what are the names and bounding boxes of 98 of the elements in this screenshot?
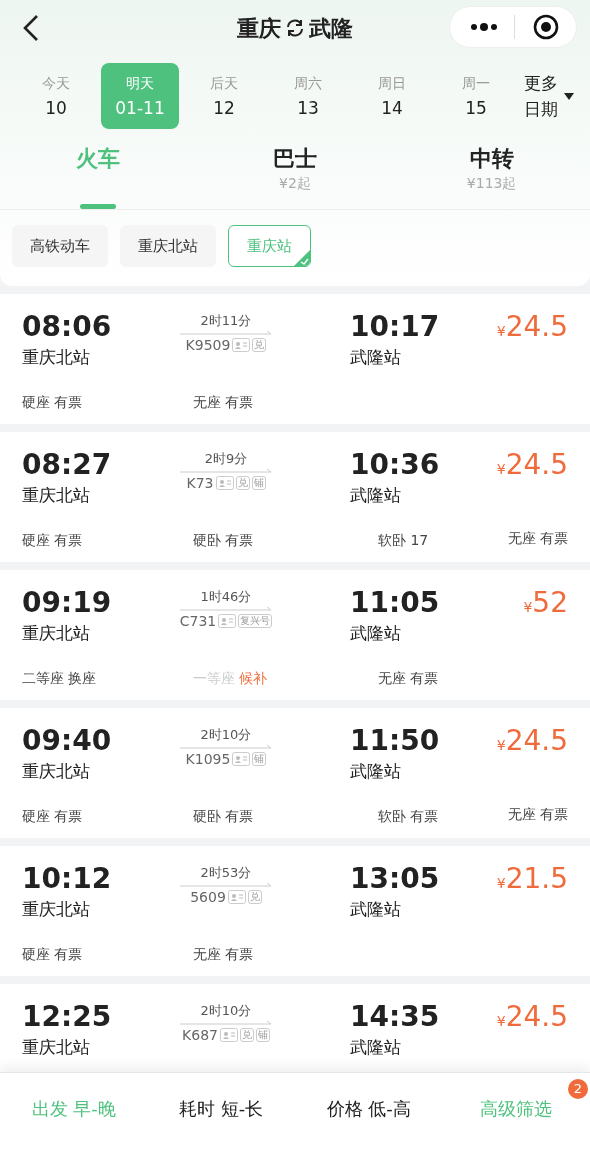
- seat-availability: 硬座 有票: [22, 946, 83, 962]
- train-number: C731: [179, 612, 217, 631]
- seat-availability: 硬座 有票: [22, 394, 83, 410]
- more-icon[interactable]: [470, 23, 498, 31]
- filter-chip[interactable]: 重庆北站: [120, 225, 216, 267]
- departure-time: 09:19: [22, 586, 113, 620]
- date-tab[interactable]: 周六 13: [269, 63, 347, 129]
- train-tag: 兑: [239, 1028, 254, 1042]
- sort-option[interactable]: 价格 低-高: [326, 1094, 411, 1122]
- train-number: K9509: [185, 336, 231, 355]
- arrival-time: 14:35: [350, 1000, 441, 1034]
- departure-time: 09:40: [22, 724, 113, 758]
- departure-station: 重庆北站: [22, 484, 91, 507]
- train-tag: 铺: [252, 752, 267, 766]
- seat-availability: 二等座 换座: [22, 670, 97, 686]
- arrival-station: 武隆站: [350, 346, 402, 369]
- train-tag: 兑: [235, 476, 250, 490]
- arrival-time: 10:36: [350, 448, 441, 482]
- close-target-icon[interactable]: [533, 14, 559, 40]
- arrival-station: 武隆站: [350, 1036, 402, 1059]
- train-tag: 铺: [251, 476, 266, 490]
- dropdown-caret-icon[interactable]: [564, 92, 574, 100]
- id-card-icon: [232, 338, 251, 352]
- date-tab[interactable]: 周日 14: [353, 63, 431, 129]
- seat-availability: 硬卧 有票: [193, 532, 254, 548]
- seat-availability: 硬座 有票: [22, 808, 83, 824]
- id-card-icon: [215, 476, 234, 490]
- seat-availability: 无座 有票: [378, 670, 439, 686]
- id-card-icon: [218, 614, 237, 628]
- ticket-price: ¥24.5: [495, 1000, 568, 1034]
- id-card-icon: [219, 1028, 238, 1042]
- departure-time: 10:12: [22, 862, 113, 896]
- train-card[interactable]: 08:06 重庆北站 2时11分 K9509 兑 10:17 武隆站 ¥24.5 硬座 有票 无座 有票: [0, 294, 590, 424]
- arrival-station: 武隆站: [350, 484, 402, 507]
- seat-availability: 无座 有票: [193, 394, 254, 410]
- id-card-icon: [227, 890, 246, 904]
- departure-station: 重庆北站: [22, 898, 91, 921]
- origin-city: 重庆: [237, 14, 281, 43]
- seat-availability: 软卧 有票: [378, 808, 439, 824]
- count-badge: 2: [568, 1078, 588, 1099]
- seat-availability: 软卧 17: [378, 532, 429, 548]
- transport-tab[interactable]: 中转 ¥113起: [466, 144, 517, 192]
- departure-station: 重庆北站: [22, 760, 91, 783]
- departure-time: 08:27: [22, 448, 113, 482]
- travel-duration: 2时53分: [200, 864, 252, 882]
- sort-option[interactable]: 耗时 短-长: [179, 1094, 264, 1122]
- departure-time: 12:25: [22, 1000, 113, 1034]
- transport-tab[interactable]: 巴士 ¥2起: [273, 144, 317, 192]
- seat-availability: 无座 有票: [507, 805, 568, 824]
- seat-availability: 硬卧 有票: [193, 808, 254, 824]
- seat-availability: 无座 有票: [507, 529, 568, 548]
- arrival-station: 武隆站: [350, 898, 402, 921]
- travel-duration: 2时9分: [204, 450, 248, 468]
- ticket-price: ¥21.5: [495, 862, 568, 896]
- date-tab[interactable]: 后天 12: [185, 63, 263, 129]
- train-number: K73: [186, 474, 214, 493]
- train-number: K1095: [185, 750, 231, 769]
- train-tag: 复兴号: [238, 614, 273, 628]
- arrival-station: 武隆站: [350, 760, 402, 783]
- seat-availability: 无座 有票: [193, 946, 254, 962]
- id-card-icon: [232, 752, 251, 766]
- ticket-price: ¥24.5: [495, 724, 568, 758]
- train-tag: 铺: [255, 1028, 270, 1042]
- departure-station: 重庆北站: [22, 1036, 91, 1059]
- seat-availability: 硬座 有票: [22, 532, 83, 548]
- departure-station: 重庆北站: [22, 346, 91, 369]
- train-card[interactable]: 10:12 重庆北站 2时53分 5609 兑 13:05 武隆站 ¥21.5 硬座 有票 无座 有票: [0, 846, 590, 976]
- departure-station: 重庆北站: [22, 622, 91, 645]
- filter-chip[interactable]: 高铁动车: [12, 225, 108, 267]
- check-corner-icon: [294, 250, 310, 266]
- date-tab[interactable]: 周一 15: [437, 63, 515, 129]
- more-dates-label[interactable]: 更多: [524, 70, 558, 96]
- ticket-price: ¥24.5: [495, 448, 568, 482]
- train-tag: 兑: [252, 338, 267, 352]
- departure-time: 08:06: [22, 310, 113, 344]
- train-card[interactable]: 12:25 重庆北站 2时10分 K687 兑 铺 14:35 武隆站 ¥24.5: [0, 984, 590, 1072]
- swap-icon[interactable]: [285, 18, 305, 38]
- travel-duration: 1时46分: [200, 588, 252, 606]
- tab-indicator: [80, 204, 117, 209]
- travel-duration: 2时10分: [200, 1002, 252, 1020]
- arrival-station: 武隆站: [350, 622, 402, 645]
- train-number: 5609: [190, 888, 226, 907]
- arrival-time: 10:17: [350, 310, 441, 344]
- ticket-price: ¥24.5: [495, 310, 568, 344]
- back-icon[interactable]: [22, 14, 40, 42]
- arrival-time: 11:50: [350, 724, 441, 758]
- train-card[interactable]: 08:27 重庆北站 2时9分 K73 兑 铺 10:36 武隆站 ¥24.5 硬座 有票 硬卧 有票 软卧 17 无座 有票: [0, 432, 590, 562]
- more-dates-label[interactable]: 日期: [524, 96, 558, 122]
- train-number: K687: [182, 1026, 218, 1045]
- train-tag: 兑: [247, 890, 262, 904]
- arrival-time: 13:05: [350, 862, 441, 896]
- date-tab[interactable]: 今天 10: [17, 63, 95, 129]
- ticket-price: ¥52: [522, 586, 568, 620]
- train-card[interactable]: 09:40 重庆北站 2时10分 K1095 铺 11:50 武隆站 ¥24.5 硬座 有票 硬卧 有票 软卧 有票 无座 有票: [0, 708, 590, 838]
- travel-duration: 2时10分: [200, 726, 252, 744]
- arrival-time: 11:05: [350, 586, 441, 620]
- destination-city: 武隆: [309, 14, 353, 43]
- travel-duration: 2时11分: [200, 312, 252, 330]
